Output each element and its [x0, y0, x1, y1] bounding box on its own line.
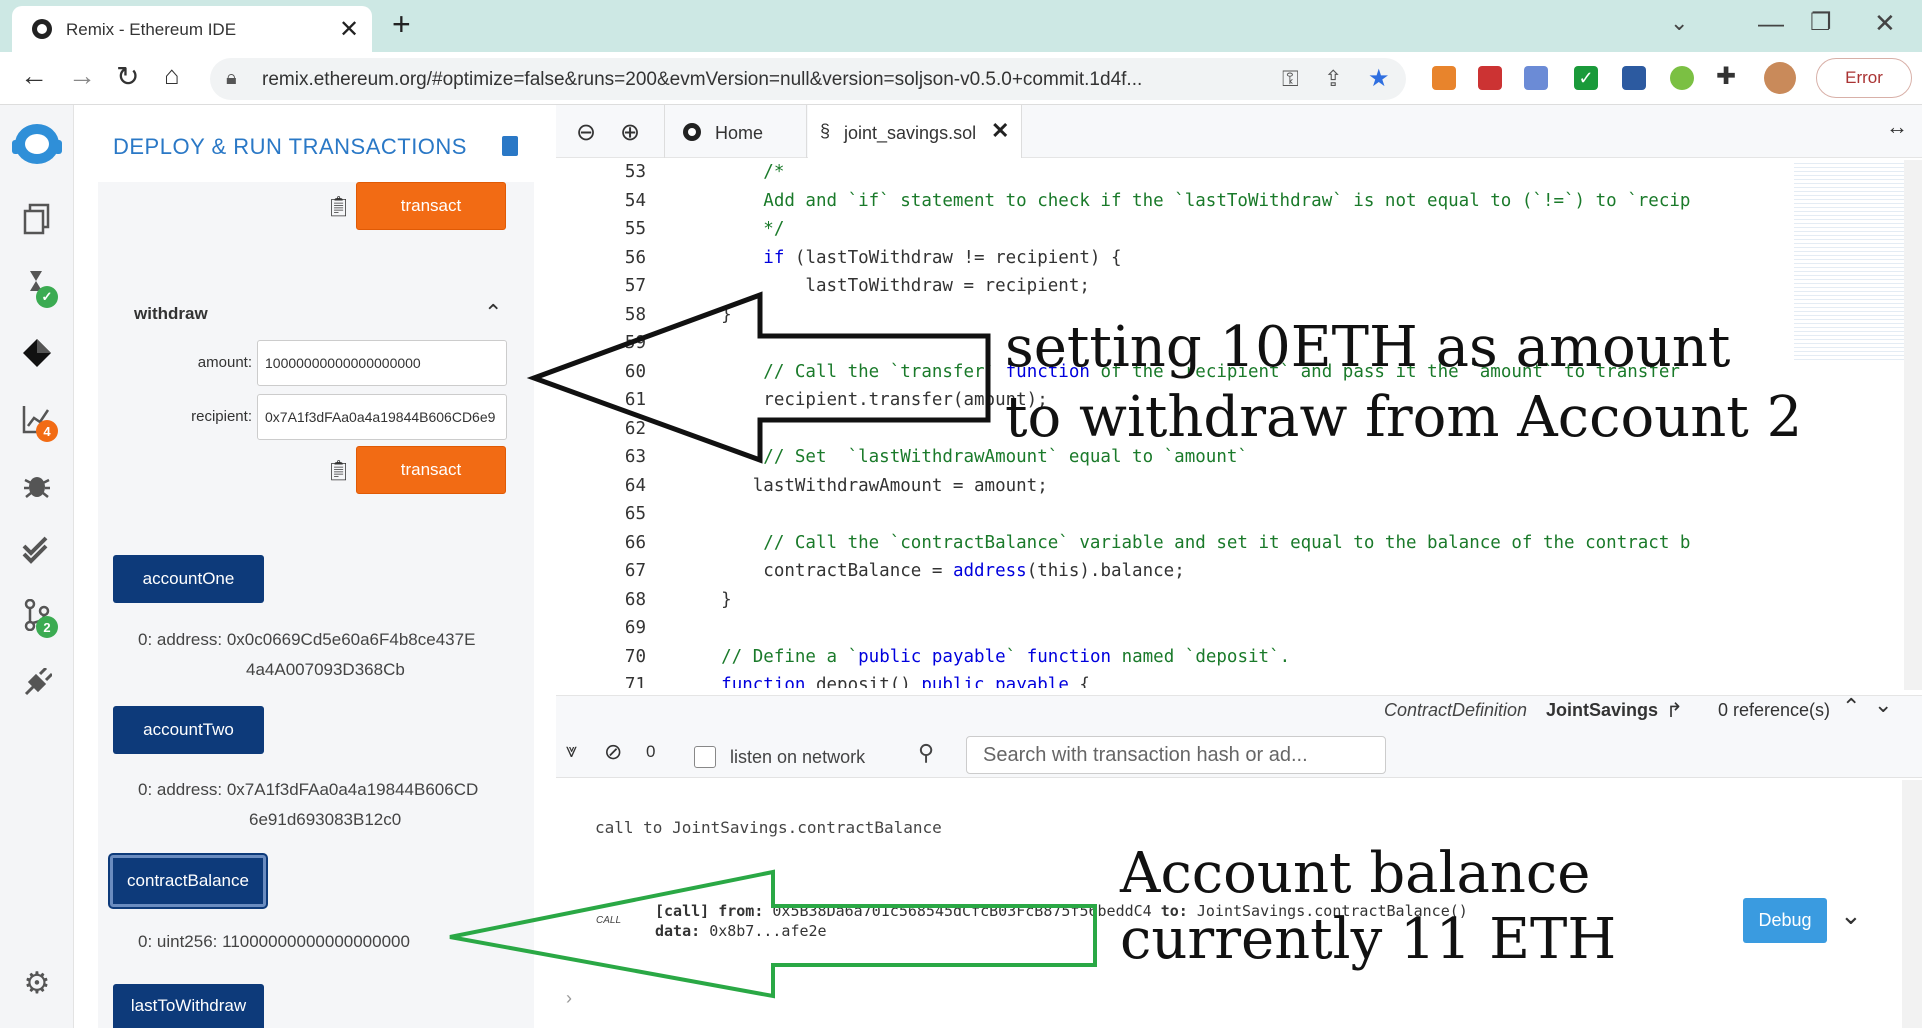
black-arrow	[526, 291, 991, 464]
annotation-bottom-line2: currently 11 ETH	[1120, 907, 1617, 972]
annotation-bottom-line1: Account balance	[1120, 841, 1591, 906]
annotation-top-line1: setting 10ETH as amount	[1005, 315, 1731, 380]
green-arrow	[449, 869, 1097, 999]
annotation-top-line2: to withdraw from Account 2	[1005, 385, 1803, 450]
screen: Remix - Ethereum IDE ✕ + ⌄ — ❐ ✕ ← → ↻ ⌂…	[0, 0, 1922, 1028]
annotation-arrows	[449, 291, 1097, 999]
